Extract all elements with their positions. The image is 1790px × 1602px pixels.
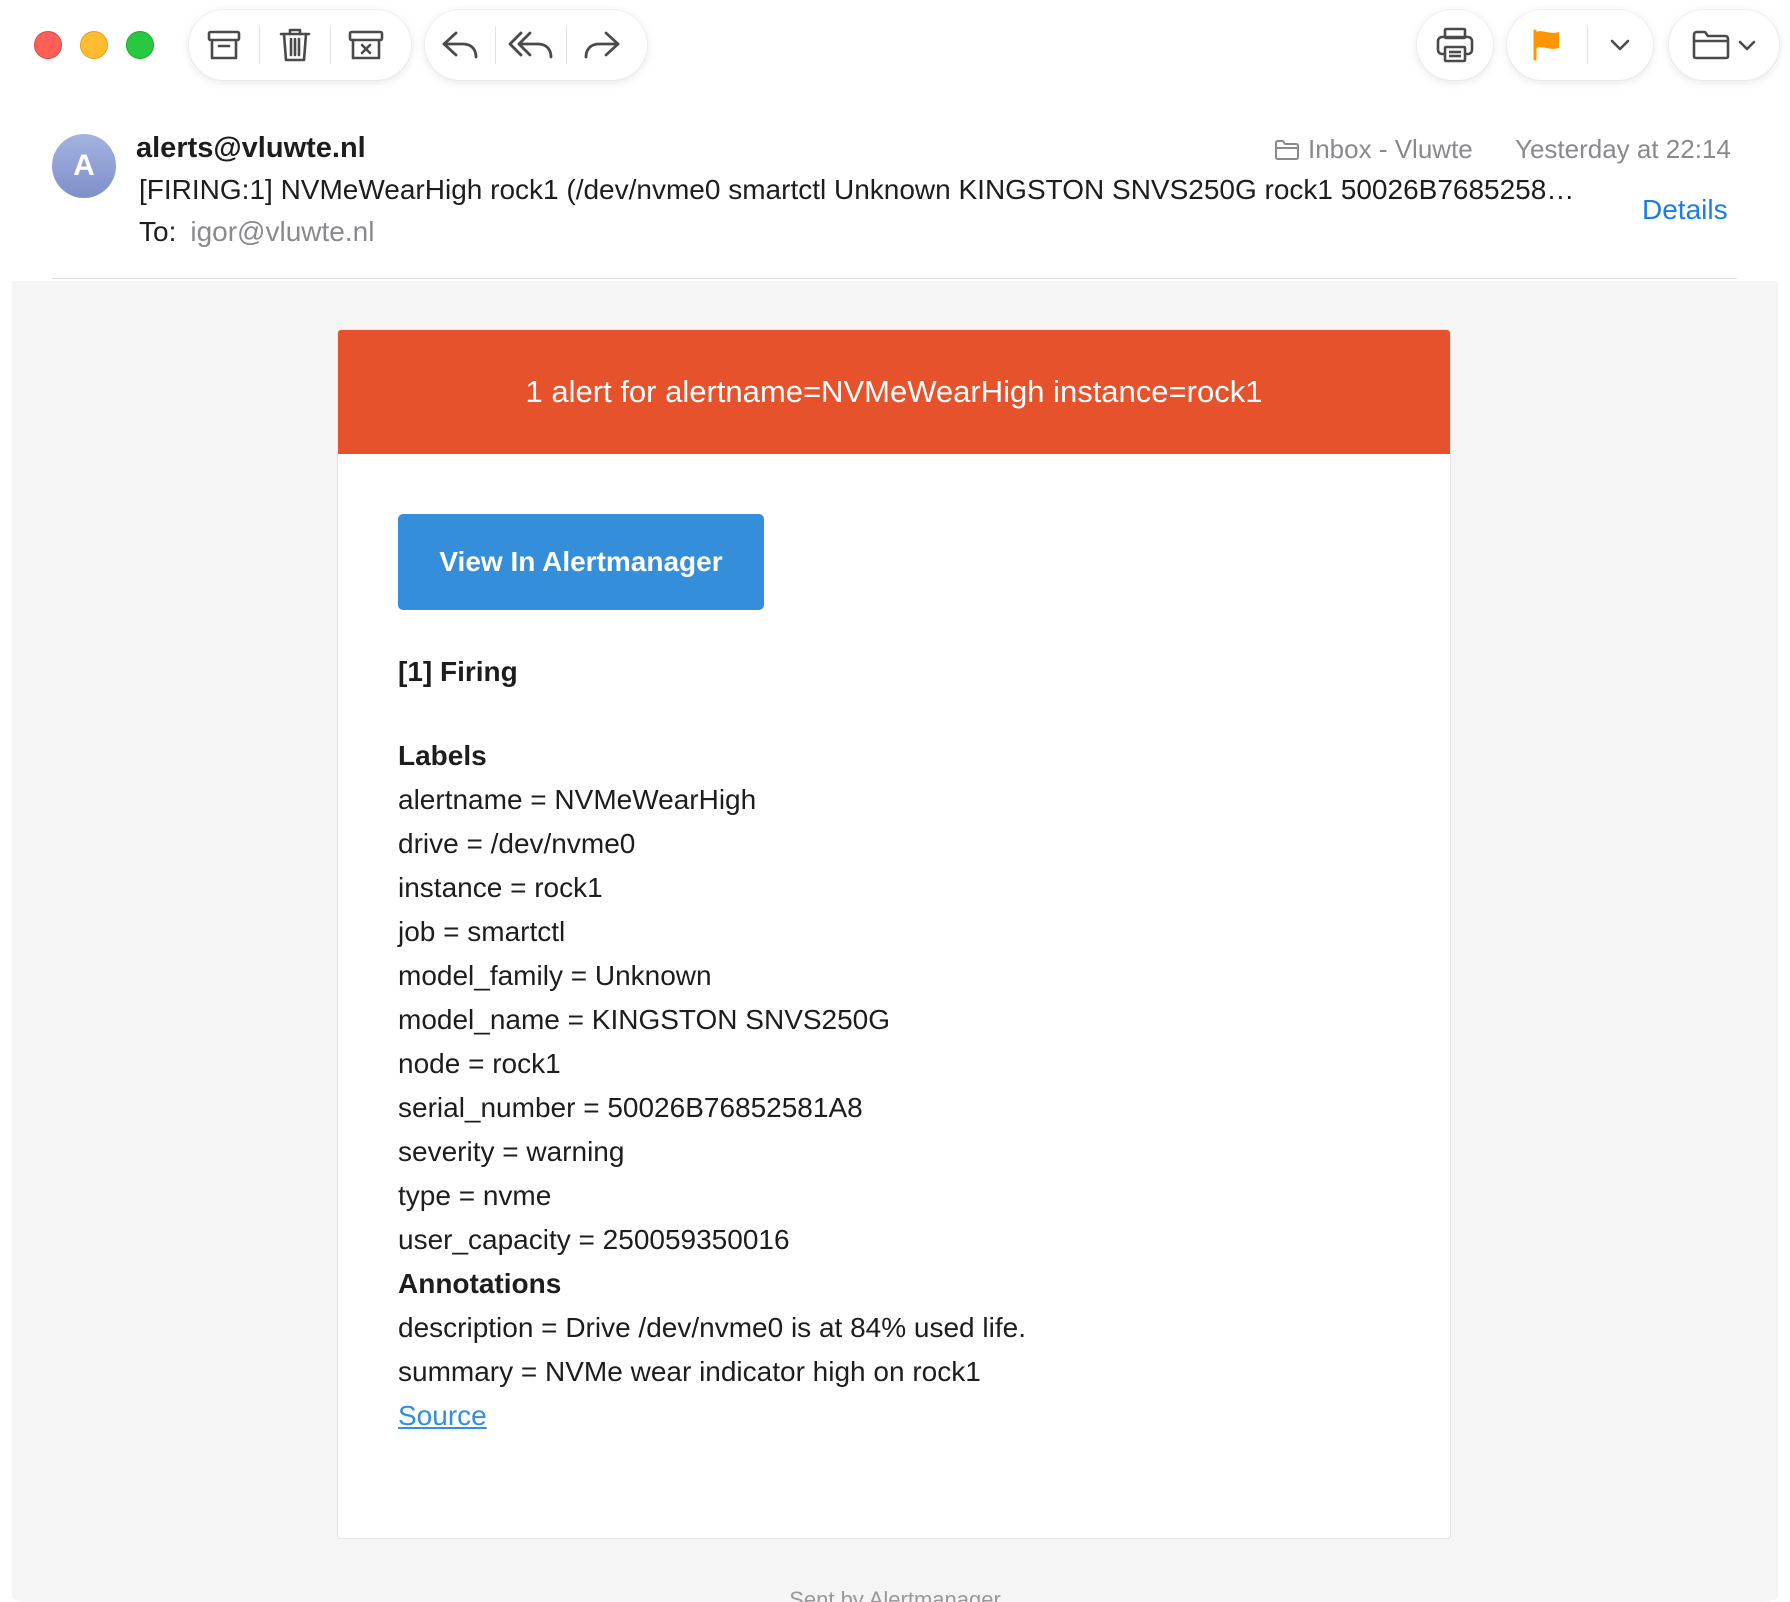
flag-group (1507, 10, 1653, 80)
to-label: To: (139, 216, 177, 247)
footer-text: Sent by Alertmanager (789, 1587, 1001, 1602)
mailbox-location[interactable]: Inbox - Vluwte (1274, 134, 1473, 165)
label-item: model_family = Unknown (398, 960, 712, 991)
message-body: 1 alert for alertname=NVMeWearHigh insta… (12, 281, 1778, 1602)
reply-button[interactable] (425, 10, 495, 80)
details-link[interactable]: Details (1642, 194, 1728, 226)
print-icon (1436, 27, 1474, 63)
view-in-alertmanager-button[interactable]: View In Alertmanager (398, 514, 764, 610)
message-subject: [FIRING:1] NVMeWearHigh rock1 (/dev/nvme… (139, 174, 1575, 205)
junk-button[interactable] (331, 10, 401, 80)
annotation-item: description = Drive /dev/nvme0 is at 84%… (398, 1312, 1026, 1343)
reply-all-icon (508, 31, 553, 59)
label-item: user_capacity = 250059350016 (398, 1224, 790, 1255)
label-item: job = smartctl (398, 916, 566, 947)
delete-button[interactable] (260, 10, 330, 80)
header-divider (52, 278, 1737, 279)
label-item: node = rock1 (398, 1048, 561, 1079)
flag-button[interactable] (1507, 10, 1587, 80)
message-header: A alerts@vluwte.nl [FIRING:1] NVMeWearHi… (0, 96, 1790, 280)
labels-title: Labels (398, 740, 487, 771)
chevron-down-icon (1738, 40, 1756, 50)
flag-menu-button[interactable] (1588, 10, 1652, 80)
move-group (1669, 10, 1779, 80)
label-item: alertname = NVMeWearHigh (398, 784, 757, 815)
folder-icon (1692, 30, 1730, 60)
close-window-button[interactable] (34, 31, 62, 59)
source-link[interactable]: Source (398, 1400, 487, 1431)
flag-icon (1533, 29, 1559, 61)
print-button[interactable] (1417, 10, 1493, 80)
junk-icon (348, 30, 384, 60)
forward-button[interactable] (567, 10, 637, 80)
recipient-address[interactable]: igor@vluwte.nl (190, 216, 374, 247)
chevron-down-icon (1610, 39, 1630, 51)
label-item: drive = /dev/nvme0 (398, 828, 636, 859)
label-item: model_name = KINGSTON SNVS250G (398, 1004, 891, 1035)
zoom-window-button[interactable] (126, 31, 154, 59)
forward-icon (584, 31, 620, 59)
move-to-folder-button[interactable] (1669, 10, 1779, 80)
print-group (1417, 10, 1493, 80)
recipient-row: To: igor@vluwte.nl (139, 216, 374, 248)
minimize-window-button[interactable] (80, 31, 108, 59)
reply-icon (442, 31, 478, 59)
alert-header: 1 alert for alertname=NVMeWearHigh insta… (338, 330, 1450, 454)
reply-all-button[interactable] (496, 10, 566, 80)
folder-icon (1275, 139, 1299, 160)
alert-content: [1] Firing Labels alertname = NVMeWearHi… (398, 650, 1398, 1438)
label-item: severity = warning (398, 1136, 625, 1167)
label-item: instance = rock1 (398, 872, 603, 903)
source-row: Source (398, 1394, 1398, 1438)
mailbox-name: Inbox - Vluwte (1308, 134, 1473, 164)
label-item: type = nvme (398, 1180, 552, 1211)
firing-title: [1] Firing (398, 656, 518, 687)
archive-delete-group (189, 10, 411, 80)
reply-group (425, 10, 647, 80)
toolbar (0, 0, 1790, 96)
mail-window: A alerts@vluwte.nl [FIRING:1] NVMeWearHi… (0, 0, 1790, 1602)
alert-card: 1 alert for alertname=NVMeWearHigh insta… (337, 329, 1451, 1539)
annotations-title: Annotations (398, 1268, 562, 1299)
message-date: Yesterday at 22:14 (1515, 134, 1731, 164)
archive-icon (207, 30, 241, 60)
avatar: A (52, 134, 116, 198)
sender-address[interactable]: alerts@vluwte.nl (136, 132, 366, 165)
annotation-item: summary = NVMe wear indicator high on ro… (398, 1356, 981, 1387)
archive-button[interactable] (189, 10, 259, 80)
label-item: serial_number = 50026B76852581A8 (398, 1092, 863, 1123)
trash-icon (279, 28, 311, 62)
